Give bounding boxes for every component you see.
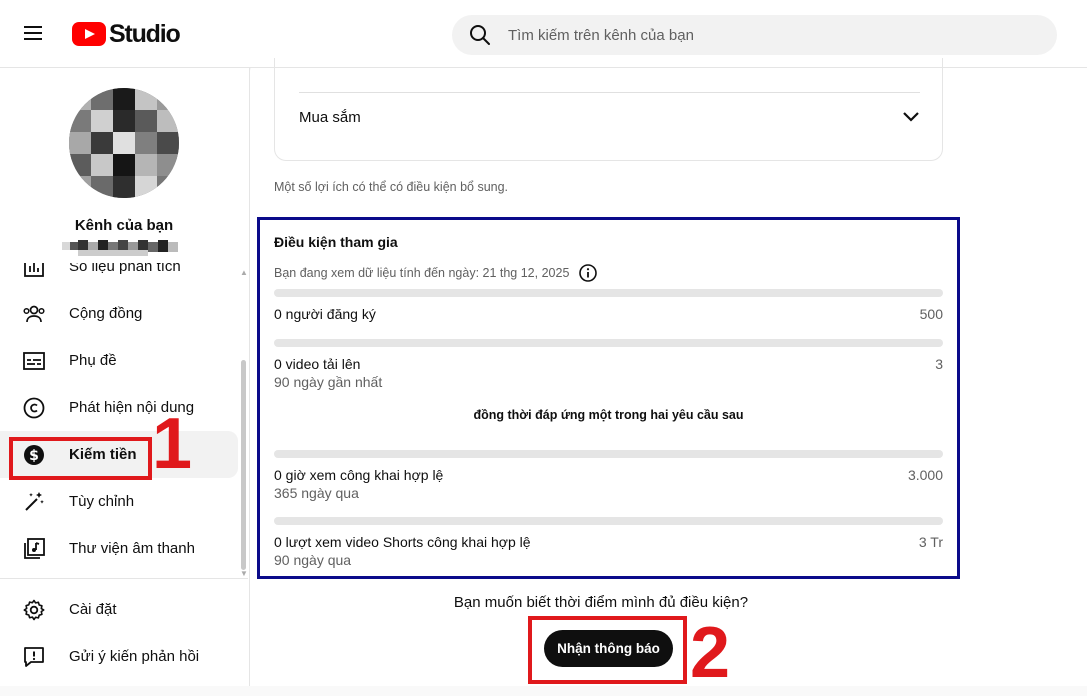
scroll-up-arrow-icon[interactable]: ▲ xyxy=(240,268,248,277)
sidebar-item-label: Tùy chỉnh xyxy=(69,493,135,510)
requirement-label: 0 video tải lên xyxy=(274,356,361,372)
sidebar-bottom-nav: Cài đặt Gửi ý kiến phản hồi xyxy=(0,586,248,680)
requirement-target: 3 Tr xyxy=(918,534,943,550)
sidebar-item-settings[interactable]: Cài đặt xyxy=(0,586,248,633)
youtube-logo-icon xyxy=(72,22,106,46)
requirement-watch-hours: 0 giờ xem công khai hợp lệ 3.000 365 ngà… xyxy=(274,450,943,501)
sidebar-item-audio-library[interactable]: Thư viện âm thanh xyxy=(0,525,248,572)
requirement-label: 0 lượt xem video Shorts công khai hợp lệ xyxy=(274,534,531,550)
progress-bar xyxy=(274,289,943,297)
info-icon[interactable] xyxy=(579,264,598,282)
sidebar-item-label: Kiếm tiền xyxy=(69,446,137,463)
sidebar: Kênh của bạn Số liệu phân tích Cộng đồng… xyxy=(0,68,250,696)
sidebar-item-label: Số liệu phân tích xyxy=(69,263,181,275)
sidebar-item-analytics[interactable]: Số liệu phân tích xyxy=(0,263,248,290)
logo-text: Studio xyxy=(109,19,181,48)
as-of-text: Bạn đang xem dữ liệu tính đến ngày: 21 t… xyxy=(274,266,570,280)
sidebar-item-feedback[interactable]: Gửi ý kiến phản hồi xyxy=(0,633,248,680)
data-as-of: Bạn đang xem dữ liệu tính đến ngày: 21 t… xyxy=(274,264,598,282)
copyright-icon xyxy=(22,396,46,420)
requirement-subscribers: 0 người đăng ký 500 xyxy=(274,289,943,322)
step1-number: 1 xyxy=(152,404,193,484)
studio-logo[interactable]: Studio xyxy=(72,19,181,48)
customization-icon xyxy=(22,490,46,514)
search-icon[interactable] xyxy=(468,23,492,47)
eligibility-title: Điều kiện tham gia xyxy=(274,234,398,250)
search-input[interactable] xyxy=(508,26,1008,44)
requirement-target: 3 xyxy=(935,356,943,372)
sidebar-item-label: Thư viện âm thanh xyxy=(69,540,195,557)
sidebar-item-label: Cài đặt xyxy=(69,601,117,618)
requirement-target: 500 xyxy=(919,306,943,322)
sidebar-item-label: Phụ đề xyxy=(69,352,117,369)
svg-text:$: $ xyxy=(29,448,39,464)
eligibility-question: Bạn muốn biết thời điểm mình đủ điều kiệ… xyxy=(453,594,749,611)
sidebar-item-label: Cộng đồng xyxy=(69,305,143,322)
community-icon xyxy=(22,302,46,326)
requirement-label: 0 người đăng ký xyxy=(274,306,376,322)
requirement-label: 0 giờ xem công khai hợp lệ xyxy=(274,467,444,483)
scroll-down-arrow-icon[interactable]: ▼ xyxy=(240,569,248,578)
either-requirement-note: đồng thời đáp ứng một trong hai yêu cầu … xyxy=(473,408,744,422)
benefits-card: Mua sắm xyxy=(274,58,943,161)
channel-label: Kênh của bạn xyxy=(74,217,174,234)
sidebar-item-subtitles[interactable]: Phụ đề xyxy=(0,337,248,384)
shopping-label: Mua sắm xyxy=(299,108,361,126)
page-bottom-edge xyxy=(0,686,1087,696)
requirement-target: 3.000 xyxy=(907,467,943,483)
analytics-icon xyxy=(22,263,46,279)
step2-number: 2 xyxy=(690,613,731,693)
chevron-down-icon[interactable] xyxy=(902,111,920,123)
menu-icon[interactable] xyxy=(24,24,44,44)
card-divider xyxy=(299,92,920,93)
benefit-note: Một số lợi ích có thể có điều kiện bổ su… xyxy=(274,180,509,194)
progress-bar xyxy=(274,517,943,525)
scroll-thumb[interactable] xyxy=(241,360,246,570)
avatar[interactable] xyxy=(69,88,179,198)
sidebar-item-content-detection[interactable]: Phát hiện nội dung xyxy=(0,384,248,431)
audio-library-icon xyxy=(22,537,46,561)
requirement-uploads: 0 video tải lên 3 90 ngày gần nhất xyxy=(274,339,943,390)
subtitles-icon xyxy=(22,349,46,373)
search-bar[interactable] xyxy=(452,15,1057,55)
requirement-period: 90 ngày gần nhất xyxy=(274,374,383,390)
channel-name-blurred xyxy=(62,240,178,256)
get-notified-button[interactable]: Nhận thông báo xyxy=(544,630,673,667)
shopping-expander[interactable]: Mua sắm xyxy=(299,102,920,132)
monetization-icon: $ xyxy=(22,443,46,467)
requirement-shorts-views: 0 lượt xem video Shorts công khai hợp lệ… xyxy=(274,517,943,568)
progress-bar xyxy=(274,450,943,458)
sidebar-item-community[interactable]: Cộng đồng xyxy=(0,290,248,337)
sidebar-item-monetization[interactable]: $ Kiếm tiền xyxy=(0,431,238,478)
gear-icon xyxy=(22,598,46,622)
sidebar-item-label: Gửi ý kiến phản hồi xyxy=(69,648,200,665)
requirement-period: 90 ngày qua xyxy=(274,552,352,568)
feedback-icon xyxy=(22,645,46,669)
progress-bar xyxy=(274,339,943,347)
sidebar-divider xyxy=(0,578,248,579)
sidebar-item-customization[interactable]: Tùy chỉnh xyxy=(0,478,248,525)
sidebar-nav: Số liệu phân tích Cộng đồng Phụ đề Phát … xyxy=(0,263,248,575)
sidebar-scrollbar[interactable]: ▲ ▼ xyxy=(240,268,248,578)
requirement-period: 365 ngày qua xyxy=(274,485,359,501)
